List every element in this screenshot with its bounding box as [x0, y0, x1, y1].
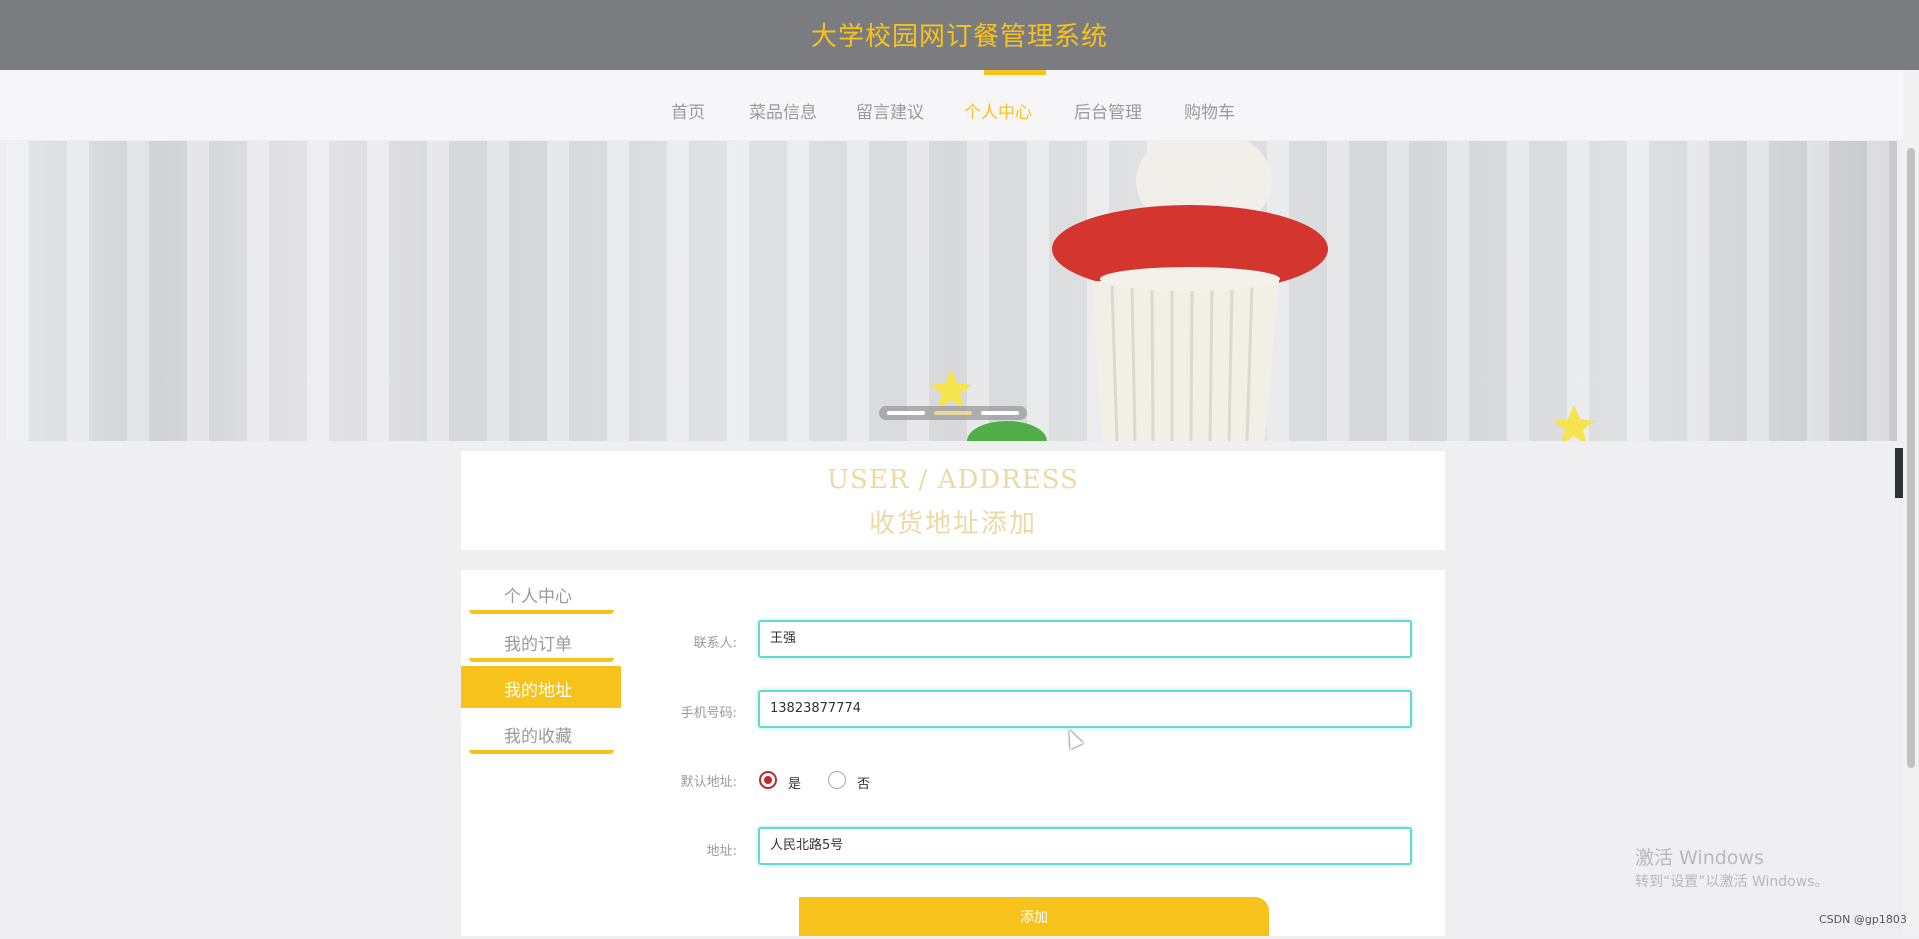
sidebar-item-underline [469, 750, 614, 754]
main-nav: 首页 菜品信息 留言建议 个人中心 后台管理 购物车 [0, 70, 1903, 140]
nav-item-cart[interactable]: 购物车 [1184, 98, 1235, 123]
address-label: 地址: [706, 844, 737, 859]
sidebar-item-user-center[interactable]: 个人中心 [461, 572, 621, 614]
section-title-cn: 收货地址添加 [868, 509, 1037, 539]
carousel-dot-3[interactable] [981, 411, 1019, 415]
phone-input[interactable]: 13823877774 [758, 690, 1412, 728]
section-title-en: USER / ADDRESS [827, 465, 1079, 495]
phone-label: 手机号码: [680, 706, 737, 721]
nav-active-indicator [984, 70, 1046, 75]
address-input[interactable]: 人民北路5号 [758, 827, 1412, 865]
sidebar-item-underline [469, 658, 614, 662]
site-title: 大学校园网订餐管理系统 [810, 22, 1108, 52]
default-address-label: 默认地址: [680, 775, 737, 790]
nav-item-home[interactable]: 首页 [671, 98, 705, 123]
carousel-dot-1[interactable] [887, 411, 925, 415]
sidebar-item-address[interactable]: 我的地址 [461, 666, 621, 708]
windows-activation-title: 激活 Windows [1635, 847, 1764, 869]
nav-item-dishes[interactable]: 菜品信息 [749, 98, 817, 123]
banner-cupcake-image [930, 141, 1595, 441]
sidebar-item-underline [469, 610, 614, 614]
section-title-card: USER / ADDRESS 收货地址添加 [461, 451, 1445, 550]
contact-input[interactable]: 王强 [758, 620, 1412, 658]
csdn-watermark: CSDN @gp1803 [1819, 913, 1907, 926]
contact-label: 联系人: [693, 636, 737, 651]
add-button[interactable]: 添加 [799, 897, 1269, 936]
default-no-label: 否 [857, 777, 871, 792]
sidebar-item-orders[interactable]: 我的订单 [461, 620, 621, 662]
nav-item-feedback[interactable]: 留言建议 [856, 98, 924, 123]
default-no-radio[interactable] [828, 771, 846, 789]
nav-item-admin[interactable]: 后台管理 [1074, 98, 1142, 123]
sidebar-item-label: 我的收藏 [504, 727, 572, 747]
sidebar-item-favorites[interactable]: 我的收藏 [461, 712, 621, 754]
default-yes-label: 是 [788, 777, 802, 792]
nav-item-user-center[interactable]: 个人中心 [964, 98, 1032, 123]
scrollbar-thumb[interactable] [1907, 148, 1915, 768]
banner-carousel[interactable] [7, 141, 1897, 441]
carousel-dot-2[interactable] [934, 411, 972, 415]
sidebar-item-label: 我的订单 [504, 635, 572, 655]
carousel-indicators [879, 406, 1027, 420]
sidebar-item-label: 个人中心 [504, 587, 572, 607]
page-scrollbar[interactable] [1903, 70, 1919, 936]
default-yes-radio[interactable] [759, 771, 777, 789]
windows-activation-subtitle: 转到“设置”以激活 Windows。 [1635, 874, 1829, 890]
top-header: 大学校园网订餐管理系统 [0, 0, 1919, 70]
sidebar-item-label: 我的地址 [504, 681, 572, 701]
